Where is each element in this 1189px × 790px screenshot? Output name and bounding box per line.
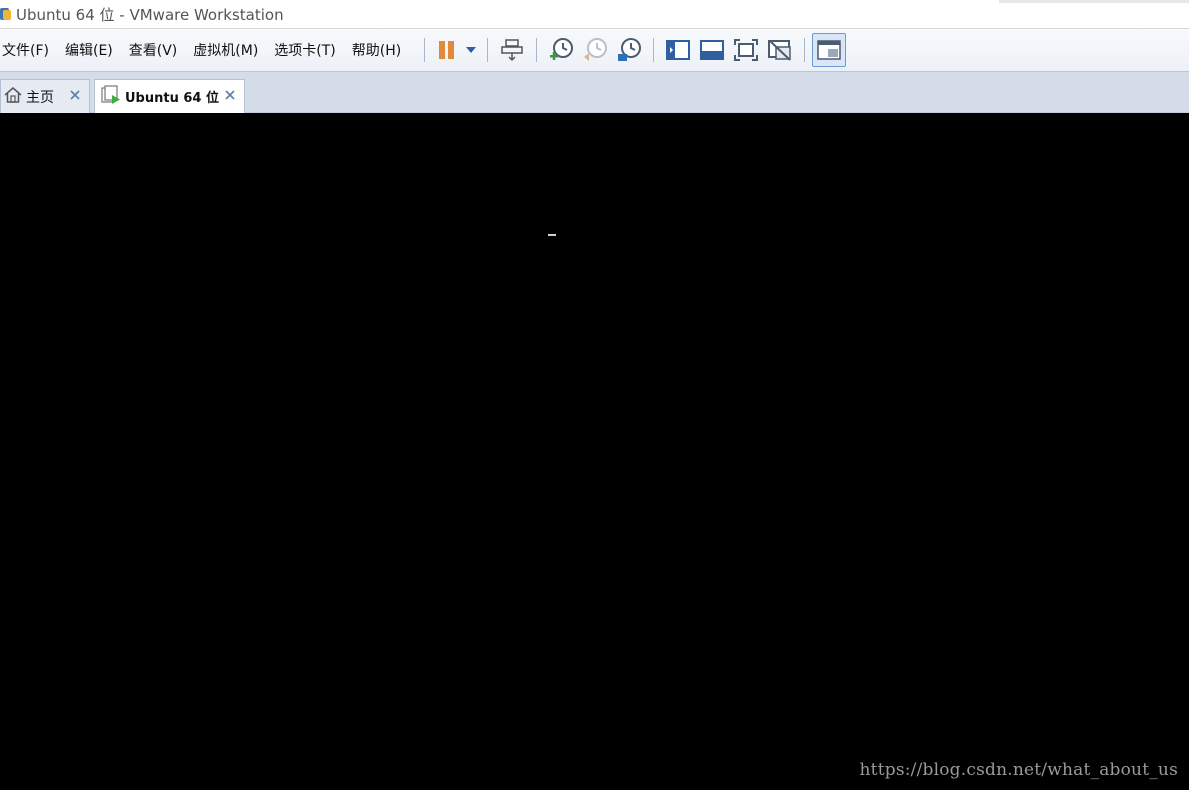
window-title: Ubuntu 64 位 - VMware Workstation: [16, 5, 284, 24]
dropdown-arrow-icon: [466, 47, 477, 53]
take-snapshot-button[interactable]: [544, 33, 578, 67]
send-ctrl-alt-del-icon: [501, 39, 523, 62]
show-library-button[interactable]: [661, 33, 695, 67]
menu-tabs[interactable]: 选项卡(T): [274, 40, 343, 60]
tab-ubuntu-vm-label: Ubuntu 64 位: [125, 91, 219, 106]
tab-ubuntu-vm[interactable]: Ubuntu 64 位: [94, 79, 245, 113]
unity-icon: [768, 40, 791, 61]
menu-help[interactable]: 帮助(H): [352, 40, 409, 60]
watermark: https://blog.csdn.net/what_about_us: [859, 760, 1178, 780]
show-thumbnail-bar-button[interactable]: [695, 33, 729, 67]
toolbar-separator: [536, 38, 538, 62]
power-dropdown-button[interactable]: [462, 33, 480, 67]
tab-home-label: 主页: [26, 89, 54, 106]
menu-vm[interactable]: 虚拟机(M): [193, 40, 266, 60]
console-view-button[interactable]: [812, 33, 847, 67]
close-icon[interactable]: [68, 88, 82, 102]
show-thumbnail-bar-icon: [700, 40, 725, 60]
console-view-icon: [817, 40, 841, 60]
vm-running-icon: [101, 84, 121, 109]
close-icon[interactable]: [223, 88, 237, 102]
revert-snapshot-button: [578, 33, 612, 67]
snapshot-take-icon: [550, 38, 574, 60]
send-ctrl-alt-del-button[interactable]: [495, 33, 529, 67]
vmware-icon: [0, 6, 12, 22]
toolbar-separator: [804, 38, 806, 62]
menu-file[interactable]: 文件(F): [0, 40, 57, 60]
pause-icon: [439, 41, 455, 59]
pause-button[interactable]: [432, 33, 462, 67]
unity-button[interactable]: [763, 33, 797, 67]
menu-toolbar: 文件(F) 编辑(E) 查看(V) 虚拟机(M) 选项卡(T) 帮助(H): [0, 29, 1189, 72]
tab-home[interactable]: 主页: [0, 79, 90, 113]
home-icon: [4, 86, 22, 108]
fullscreen-button[interactable]: [729, 33, 763, 67]
tab-bar: 主页 Ubuntu 64 位: [0, 72, 1189, 113]
toolbar-separator: [424, 38, 426, 62]
fullscreen-icon: [734, 39, 759, 61]
show-library-icon: [666, 40, 691, 60]
toolbar-separator: [487, 38, 489, 62]
text-cursor: [548, 234, 556, 236]
snapshot-manager-button[interactable]: [612, 33, 646, 67]
vm-console[interactable]: _ https://blog.csdn.net/what_about_us: [0, 113, 1189, 790]
menu-edit[interactable]: 编辑(E): [65, 40, 121, 60]
toolbar-separator: [653, 38, 655, 62]
title-bar-shadow: [999, 0, 1189, 3]
menu-view[interactable]: 查看(V): [129, 40, 186, 60]
snapshot-manager-icon: [618, 38, 642, 61]
title-bar: Ubuntu 64 位 - VMware Workstation: [0, 0, 1189, 29]
snapshot-revert-icon: [584, 38, 608, 61]
